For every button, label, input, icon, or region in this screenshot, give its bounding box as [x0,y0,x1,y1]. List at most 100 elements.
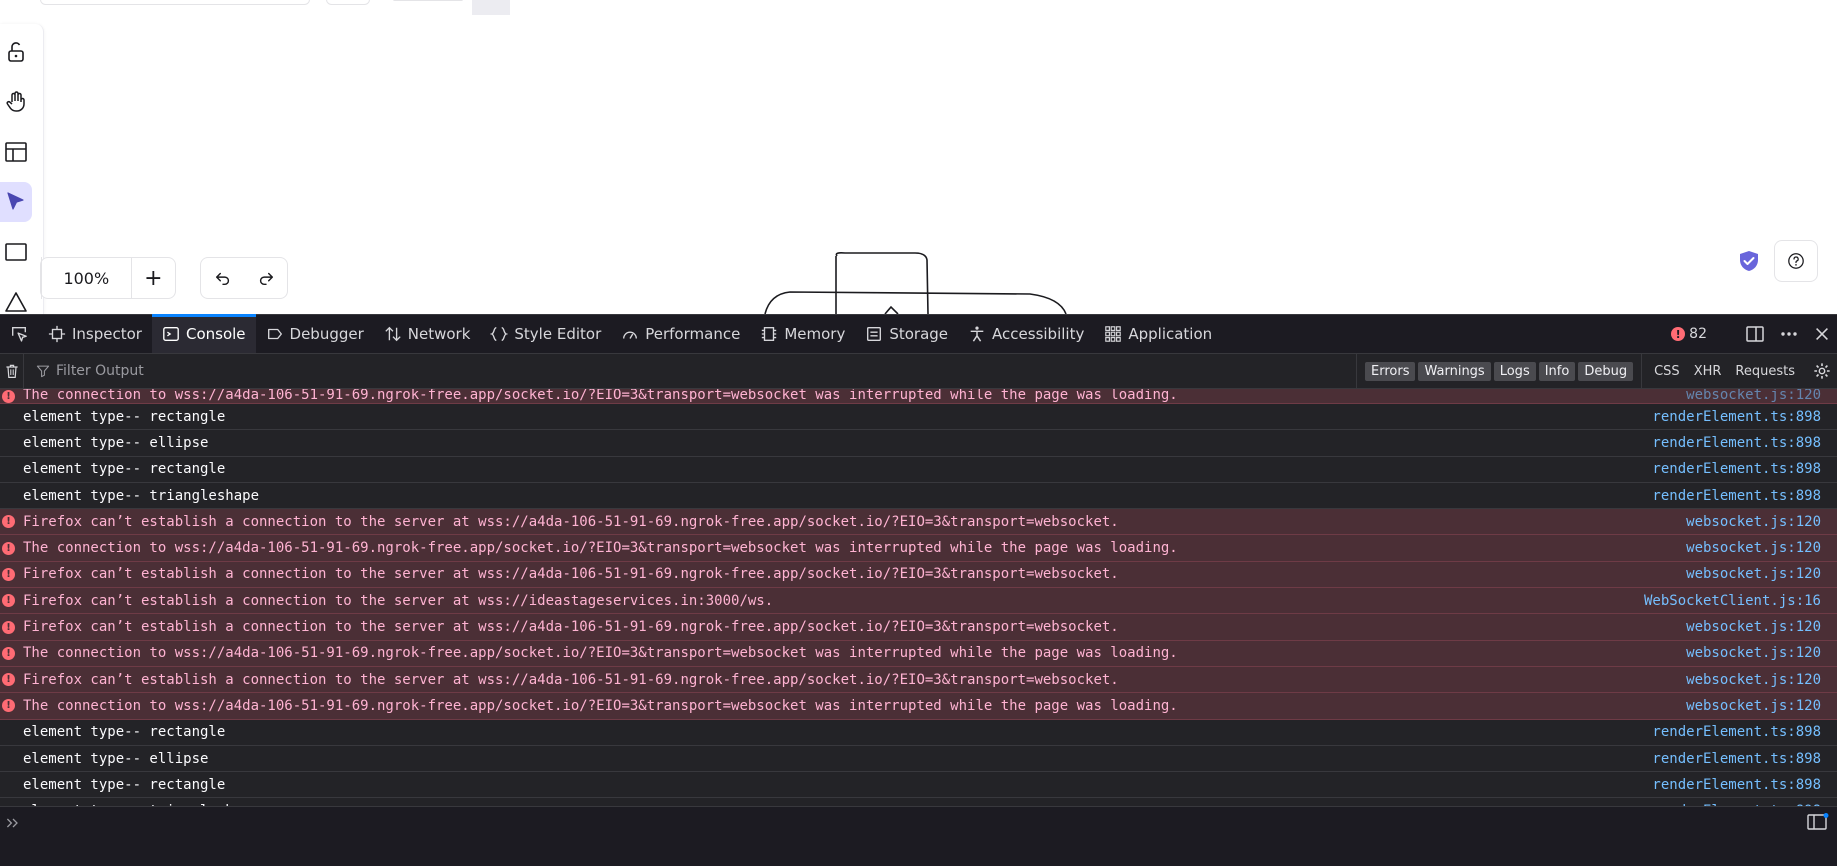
inspector-icon [48,325,66,343]
log-source-link[interactable]: renderElement.ts:898 [1652,751,1837,767]
selection-tool[interactable] [0,182,32,222]
filter-info-button[interactable]: Info [1538,361,1576,381]
tab-application[interactable]: Application [1094,315,1222,353]
log-source-link[interactable]: renderElement.ts:898 [1652,488,1837,504]
console-error-row[interactable]: ! Firefox can’t establish a connection to… [0,561,1837,589]
top-search-stub[interactable] [40,0,310,5]
top-button-stub[interactable] [326,0,370,5]
tab-memory[interactable]: Memory [750,315,855,353]
log-source-link[interactable]: websocket.js:120 [1686,540,1837,556]
filter-errors-button[interactable]: Errors [1365,361,1416,381]
tab-storage[interactable]: Storage [855,315,958,353]
undo-icon [215,272,229,286]
log-message: element type-- ellipse [23,750,209,767]
tab-console[interactable]: Console [151,314,256,353]
console-log-row[interactable]: element type-- ellipse renderElement.ts:8… [0,746,1837,773]
console-error-row[interactable]: ! Firefox can’t establish a connection to… [0,588,1837,615]
filter-warnings-button[interactable]: Warnings [1418,361,1491,381]
log-message: element type-- rectangle [23,461,226,478]
element-picker-button[interactable] [0,315,38,353]
canvas-drawing[interactable] [750,252,1080,314]
console-input[interactable] [0,806,1837,866]
lock-tool[interactable] [0,32,32,72]
log-source-link[interactable]: renderElement.ts:898 [1652,777,1837,793]
console-log-row[interactable]: element type-- ellipse renderElement.ts:8… [0,430,1837,457]
filter-logs-button[interactable]: Logs [1493,361,1536,381]
console-error-row[interactable]: ! The connection to wss://a4da-106-51-91-… [0,693,1837,720]
console-log-row[interactable]: element type-- triangleshaperenderElemen… [0,483,1837,510]
hand-tool[interactable] [0,82,32,122]
log-message: element type-- rectangle [23,776,226,793]
console-error-row[interactable]: ! The connection to wss://a4da-106-51-91-… [0,389,1837,404]
log-message: Firefox can’t establish a connection to … [23,671,1119,688]
filter-debug-button[interactable]: Debug [1578,361,1634,381]
log-source-link[interactable]: renderElement.ts:898 [1652,409,1837,425]
close-icon[interactable] [1813,325,1831,343]
tab-accessibility[interactable]: Accessibility [958,315,1094,353]
console-log-row[interactable]: element type-- rectangle renderElement.ts… [0,404,1837,431]
console-log-row[interactable]: element type-- triangleshaperenderElemen… [0,798,1837,806]
tab-label: Debugger [289,325,364,343]
storage-icon [867,327,882,341]
log-source-link[interactable]: WebSocketClient.js:16 [1644,593,1837,609]
shield-icon[interactable] [1737,249,1761,273]
tab-network[interactable]: Network [374,315,481,353]
request-filters: CSS XHR Requests [1641,354,1807,388]
undo-redo-controls [200,257,288,299]
console-error-row[interactable]: ! Firefox can’t establish a connection to… [0,509,1837,536]
tab-label: Performance [645,325,741,343]
filter-output-input[interactable]: Filter Output [24,363,1356,379]
tab-debugger[interactable]: Debugger [256,315,374,353]
rectangle-tool[interactable] [0,232,32,272]
log-source-link[interactable]: renderElement.ts:898 [1652,435,1837,451]
undo-button[interactable] [201,258,244,298]
tabbar-actions: ! 82 [1671,315,1837,353]
filter-requests-button[interactable]: Requests [1735,364,1795,379]
filter-icon [36,365,50,378]
error-counter[interactable]: ! 82 [1671,326,1707,342]
console-log-row[interactable]: element type-- rectangle renderElement.ts… [0,720,1837,746]
console-settings-button[interactable] [1807,354,1837,388]
log-source-link[interactable]: websocket.js:120 [1686,514,1837,530]
zoom-in-button[interactable]: + [132,258,175,298]
filter-xhr-button[interactable]: XHR [1694,364,1722,379]
log-source-link[interactable]: websocket.js:120 [1686,389,1837,403]
console-log-row[interactable]: element type-- rectangle renderElement.ts… [0,457,1837,483]
clear-console-button[interactable] [0,354,24,388]
log-level-filters: Errors Warnings Logs Info Debug [1356,354,1641,388]
zoom-reset-button[interactable]: 100% [42,269,131,288]
redo-button[interactable] [244,258,287,298]
log-source-link[interactable]: websocket.js:120 [1686,698,1837,714]
dock-toggle-icon[interactable] [1745,324,1765,344]
tab-label: Console [185,325,246,343]
console-error-row[interactable]: ! The connection to wss://a4da-106-51-91-… [0,640,1837,667]
redo-icon [259,272,273,286]
log-source-link[interactable]: websocket.js:120 [1686,566,1837,582]
canvas-app[interactable]: 100% + [0,0,1837,314]
log-source-link[interactable]: renderElement.ts:898 [1652,724,1837,740]
log-source-link[interactable]: websocket.js:120 [1686,672,1837,688]
log-source-link[interactable]: renderElement.ts:898 [1652,461,1837,477]
triangle-tool[interactable] [0,282,32,314]
log-message: The connection to wss://a4da-106-51-91-6… [23,540,1178,557]
console-log-row[interactable]: element type-- rectangle renderElement.ts… [0,772,1837,799]
log-source-link[interactable]: websocket.js:120 [1686,619,1837,635]
performance-icon [623,331,638,339]
help-button[interactable] [1774,240,1818,282]
rectangle-icon [5,243,27,261]
more-options-icon[interactable] [1779,324,1799,344]
tab-style-editor[interactable]: Style Editor [480,315,611,353]
filter-css-button[interactable]: CSS [1654,364,1680,379]
console-error-row[interactable]: ! Firefox can’t establish a connection to… [0,614,1837,641]
devtools-panel: Inspector Console Debugger Network Style… [0,314,1837,866]
application-icon [1105,326,1122,342]
tab-inspector[interactable]: Inspector [38,315,152,353]
network-icon [385,326,401,342]
sidebar-toggle-icon[interactable] [1807,813,1829,831]
console-error-row[interactable]: ! Firefox can’t establish a connection to… [0,666,1837,694]
tab-performance[interactable]: Performance [611,315,750,353]
log-source-link[interactable]: websocket.js:120 [1686,645,1837,661]
console-error-row[interactable]: ! The connection to wss://a4da-106-51-91-… [0,535,1837,562]
console-output[interactable]: ! The connection to wss://a4da-106-51-91-… [0,389,1837,806]
frame-tool[interactable] [0,132,32,172]
